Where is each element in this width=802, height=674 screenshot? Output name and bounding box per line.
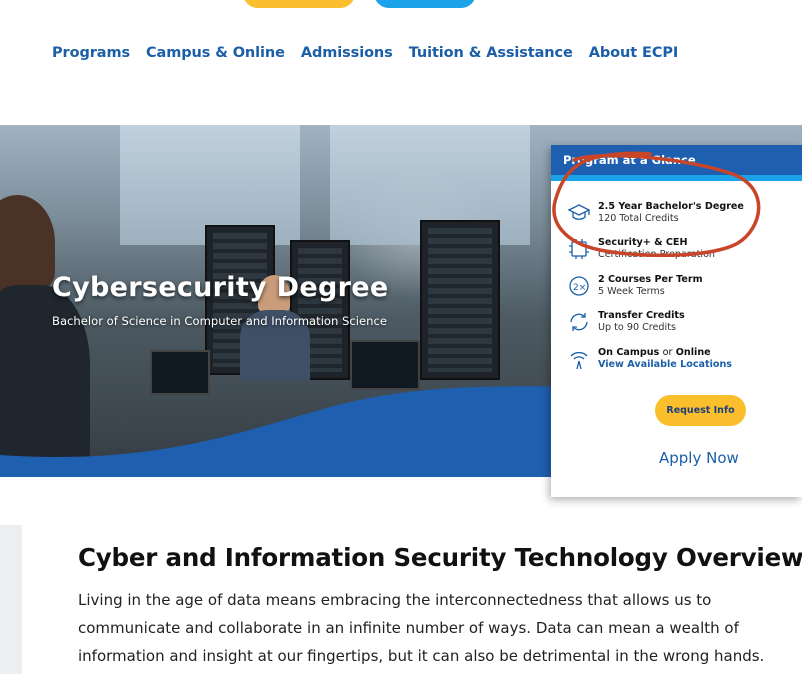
nav-admissions[interactable]: Admissions: [301, 45, 393, 61]
certificate-chip-icon: [569, 239, 589, 259]
glance-item-title: On Campus or Online: [598, 347, 732, 359]
two-times-icon: 2×: [569, 276, 589, 296]
top-blue-button[interactable]: [374, 0, 476, 8]
svg-text:2×: 2×: [573, 283, 586, 293]
program-glance-card: Program at a Glance 2.5 Year Bachelor's …: [551, 145, 802, 497]
or-label: or: [662, 347, 673, 358]
glance-item-detail: 5 Week Terms: [598, 285, 665, 297]
online-label: Online: [675, 347, 711, 358]
view-locations-link[interactable]: View Available Locations: [598, 359, 732, 371]
overview-body: Living in the age of data means embracin…: [78, 591, 765, 665]
glance-item-detail: Up to 90 Credits: [598, 321, 676, 333]
nav-programs[interactable]: Programs: [52, 45, 130, 61]
glance-item-title: Transfer Credits: [598, 310, 685, 321]
nav-campus-online[interactable]: Campus & Online: [146, 45, 285, 61]
glance-item-title: 2.5 Year Bachelor's Degree: [598, 201, 744, 212]
glance-item-degree: 2.5 Year Bachelor's Degree 120 Total Cred…: [567, 201, 744, 225]
nav-about-ecpi[interactable]: About ECPI: [589, 45, 679, 61]
request-info-button[interactable]: Request Info: [655, 395, 746, 426]
hero-subtitle: Bachelor of Science in Computer and Info…: [52, 314, 387, 328]
main-nav: Programs Campus & Online Admissions Tuit…: [52, 45, 694, 61]
transfer-arrows-icon: [570, 313, 588, 331]
wifi-location-icon: [570, 351, 588, 370]
glance-item-locations: On Campus or Online View Available Locat…: [567, 347, 732, 371]
glance-item-transfer: Transfer Credits Up to 90 Credits: [567, 310, 685, 334]
glance-item-title: Security+ & CEH: [598, 237, 688, 248]
glance-item-detail: Certification Preparation: [598, 248, 716, 260]
glance-heading: Program at a Glance: [551, 145, 802, 181]
top-yellow-button[interactable]: [243, 0, 355, 8]
glance-item-courses: 2× 2 Courses Per Term 5 Week Terms: [567, 274, 703, 298]
glance-item-title: 2 Courses Per Term: [598, 274, 703, 285]
glance-item-certs: Security+ & CEH Certification Preparation: [567, 237, 715, 261]
nav-tuition-assistance[interactable]: Tuition & Assistance: [409, 45, 573, 61]
apply-now-link[interactable]: Apply Now: [659, 449, 739, 467]
glance-item-detail: 120 Total Credits: [598, 212, 679, 224]
overview-title: Cyber and Information Security Technolog…: [78, 543, 802, 572]
side-rail: [0, 525, 22, 674]
graduation-cap-icon: [567, 204, 591, 220]
hero-title: Cybersecurity Degree: [52, 272, 389, 303]
on-campus-label: On Campus: [598, 347, 660, 358]
